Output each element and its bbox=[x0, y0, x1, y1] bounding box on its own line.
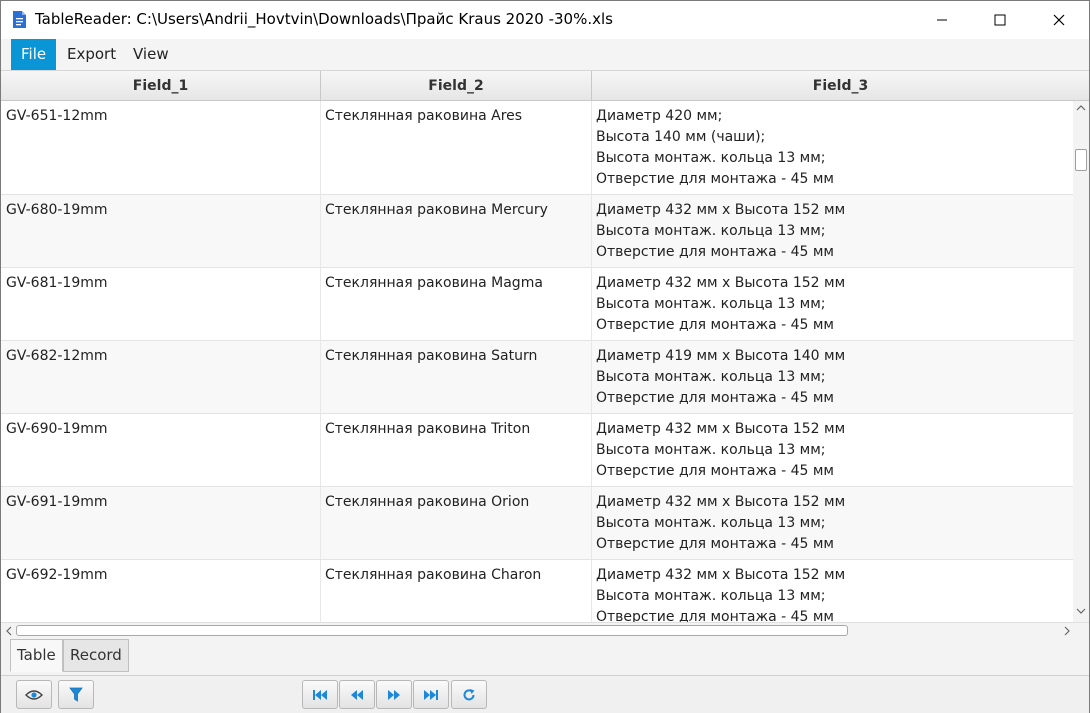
cell-field-3[interactable]: Диаметр 432 мм х Высота 152 мм Высота мон… bbox=[592, 487, 1073, 559]
cell-field-3[interactable]: Диаметр 432 мм х Высота 152 мм Высота мон… bbox=[592, 268, 1073, 340]
first-page-icon bbox=[313, 689, 327, 700]
last-page-icon bbox=[424, 689, 438, 700]
maximize-icon bbox=[994, 14, 1006, 26]
scroll-down-icon[interactable] bbox=[1076, 607, 1086, 615]
table-row[interactable]: GV-692-19mm Стеклянная раковина Charon Диа… bbox=[1, 560, 1073, 623]
horizontal-scrollbar[interactable] bbox=[1, 622, 1089, 638]
menu-view[interactable]: View bbox=[123, 39, 179, 70]
next-page-button[interactable] bbox=[376, 680, 412, 709]
close-icon bbox=[1053, 14, 1065, 26]
cell-field-2[interactable]: Стеклянная раковина Mercury bbox=[321, 195, 592, 267]
column-header-field-2[interactable]: Field_2 bbox=[321, 71, 592, 101]
cell-field-1[interactable]: GV-690-19mm bbox=[1, 414, 321, 486]
cell-field-2[interactable]: Стеклянная раковина Orion bbox=[321, 487, 592, 559]
cell-text-line: Диаметр 420 мм; bbox=[596, 108, 723, 124]
cell-text-line: Высота монтаж. кольца 13 мм; bbox=[596, 369, 826, 385]
cell-text-line: Высота монтаж. кольца 13 мм; bbox=[596, 515, 826, 531]
cell-text-line: Отверстие для монтажа - 45 мм bbox=[596, 609, 834, 623]
cell-field-2[interactable]: Стеклянная раковина Charon bbox=[321, 560, 592, 623]
cell-field-2[interactable]: Стеклянная раковина Magma bbox=[321, 268, 592, 340]
cell-field-1[interactable]: GV-680-19mm bbox=[1, 195, 321, 267]
previous-page-button[interactable] bbox=[339, 680, 375, 709]
close-button[interactable] bbox=[1030, 1, 1088, 39]
toggle-visibility-button[interactable] bbox=[16, 680, 52, 709]
bottom-toolbar bbox=[1, 676, 1089, 713]
cell-field-2[interactable]: Стеклянная раковина Triton bbox=[321, 414, 592, 486]
cell-text-line: Отверстие для монтажа - 45 мм bbox=[596, 244, 834, 260]
data-table: Field_1 Field_2 Field_3 GV-651-12mm Стекл… bbox=[1, 71, 1089, 623]
cell-field-3[interactable]: Диаметр 432 мм х Высота 152 мм Высота мон… bbox=[592, 414, 1073, 486]
document-icon bbox=[13, 11, 26, 28]
cell-field-1[interactable]: GV-692-19mm bbox=[1, 560, 321, 623]
cell-field-3[interactable]: Диаметр 420 мм; Высота 140 мм (чаши); Высо… bbox=[592, 101, 1073, 194]
cell-text-line: Отверстие для монтажа - 45 мм bbox=[596, 317, 834, 333]
cell-text-line: Диаметр 432 мм х Высота 152 мм bbox=[596, 567, 846, 583]
maximize-button[interactable] bbox=[971, 1, 1029, 39]
tab-record[interactable]: Record bbox=[63, 639, 129, 672]
title-bar: TableReader: C:\Users\Andrii_Hovtvin\Dow… bbox=[1, 1, 1089, 39]
menu-export[interactable]: Export bbox=[57, 39, 126, 70]
cell-text-line: Диаметр 432 мм х Высота 152 мм bbox=[596, 421, 846, 437]
refresh-button[interactable] bbox=[451, 680, 487, 709]
table-row[interactable]: GV-680-19mm Стеклянная раковина Mercury Ди… bbox=[1, 195, 1073, 268]
menu-file[interactable]: File bbox=[11, 39, 57, 70]
cell-text-line: Высота 140 мм (чаши); bbox=[596, 129, 766, 145]
scroll-up-icon[interactable] bbox=[1076, 104, 1086, 112]
cell-field-1[interactable]: GV-682-12mm bbox=[1, 341, 321, 413]
cell-field-1[interactable]: GV-681-19mm bbox=[1, 268, 321, 340]
cell-text-line: Отверстие для монтажа - 45 мм bbox=[596, 536, 834, 552]
window-title: TableReader: C:\Users\Andrii_Hovtvin\Dow… bbox=[35, 10, 613, 28]
vertical-scroll-thumb[interactable] bbox=[1075, 149, 1087, 171]
next-page-icon bbox=[388, 689, 400, 700]
cell-field-1[interactable]: GV-691-19mm bbox=[1, 487, 321, 559]
table-row[interactable]: GV-691-19mm Стеклянная раковина Orion Диам… bbox=[1, 487, 1073, 560]
cell-text-line: Диаметр 432 мм х Высота 152 мм bbox=[596, 494, 846, 510]
cell-field-1[interactable]: GV-651-12mm bbox=[1, 101, 321, 194]
cell-text-line: Диаметр 432 мм х Высота 152 мм bbox=[596, 275, 846, 291]
previous-page-icon bbox=[351, 689, 363, 700]
cell-text-line: Отверстие для монтажа - 45 мм bbox=[596, 390, 834, 406]
table-body: GV-651-12mm Стеклянная раковина Ares Диаме… bbox=[1, 101, 1073, 623]
first-page-button[interactable] bbox=[302, 680, 338, 709]
cell-field-3[interactable]: Диаметр 432 мм х Высота 152 мм Высота мон… bbox=[592, 195, 1073, 267]
table-row[interactable]: GV-690-19mm Стеклянная раковина Triton Диа… bbox=[1, 414, 1073, 487]
minimize-icon bbox=[937, 19, 947, 21]
menu-bar: File Export View bbox=[1, 39, 1089, 71]
cell-text-line: Высота монтаж. кольца 13 мм; bbox=[596, 442, 826, 458]
filter-icon bbox=[69, 687, 83, 702]
table-row[interactable]: GV-681-19mm Стеклянная раковина Magma Диам… bbox=[1, 268, 1073, 341]
vertical-scrollbar[interactable] bbox=[1073, 101, 1089, 623]
app-window: TableReader: C:\Users\Andrii_Hovtvin\Dow… bbox=[0, 0, 1090, 713]
cell-text-line: Отверстие для монтажа - 45 мм bbox=[596, 463, 834, 479]
horizontal-scroll-thumb[interactable] bbox=[16, 625, 848, 636]
filter-button[interactable] bbox=[58, 680, 94, 709]
scroll-left-icon[interactable] bbox=[5, 626, 13, 636]
scroll-right-icon[interactable] bbox=[1063, 626, 1071, 636]
last-page-button[interactable] bbox=[413, 680, 449, 709]
tab-table[interactable]: Table bbox=[10, 639, 63, 672]
cell-text-line: Высота монтаж. кольца 13 мм; bbox=[596, 588, 826, 604]
view-tabs: Table Record bbox=[1, 638, 1089, 676]
cell-field-2[interactable]: Стеклянная раковина Ares bbox=[321, 101, 592, 194]
cell-field-2[interactable]: Стеклянная раковина Saturn bbox=[321, 341, 592, 413]
minimize-button[interactable] bbox=[913, 1, 971, 39]
cell-text-line: Высота монтаж. кольца 13 мм; bbox=[596, 150, 826, 166]
cell-text-line: Отверстие для монтажа - 45 мм bbox=[596, 171, 834, 187]
column-header-field-3[interactable]: Field_3 bbox=[592, 71, 1089, 101]
eye-icon bbox=[25, 689, 43, 700]
cell-text-line: Диаметр 432 мм х Высота 152 мм bbox=[596, 202, 846, 218]
refresh-icon bbox=[463, 688, 475, 700]
cell-text-line: Диаметр 419 мм х Высота 140 мм bbox=[596, 348, 846, 364]
table-row[interactable]: GV-682-12mm Стеклянная раковина Saturn Диа… bbox=[1, 341, 1073, 414]
cell-text-line: Высота монтаж. кольца 13 мм; bbox=[596, 296, 826, 312]
cell-field-3[interactable]: Диаметр 419 мм х Высота 140 мм Высота мон… bbox=[592, 341, 1073, 413]
cell-field-3[interactable]: Диаметр 432 мм х Высота 152 мм Высота мон… bbox=[592, 560, 1073, 623]
column-header-field-1[interactable]: Field_1 bbox=[1, 71, 321, 101]
table-row[interactable]: GV-651-12mm Стеклянная раковина Ares Диаме… bbox=[1, 101, 1073, 195]
cell-text-line: Высота монтаж. кольца 13 мм; bbox=[596, 223, 826, 239]
table-header: Field_1 Field_2 Field_3 bbox=[1, 71, 1089, 101]
